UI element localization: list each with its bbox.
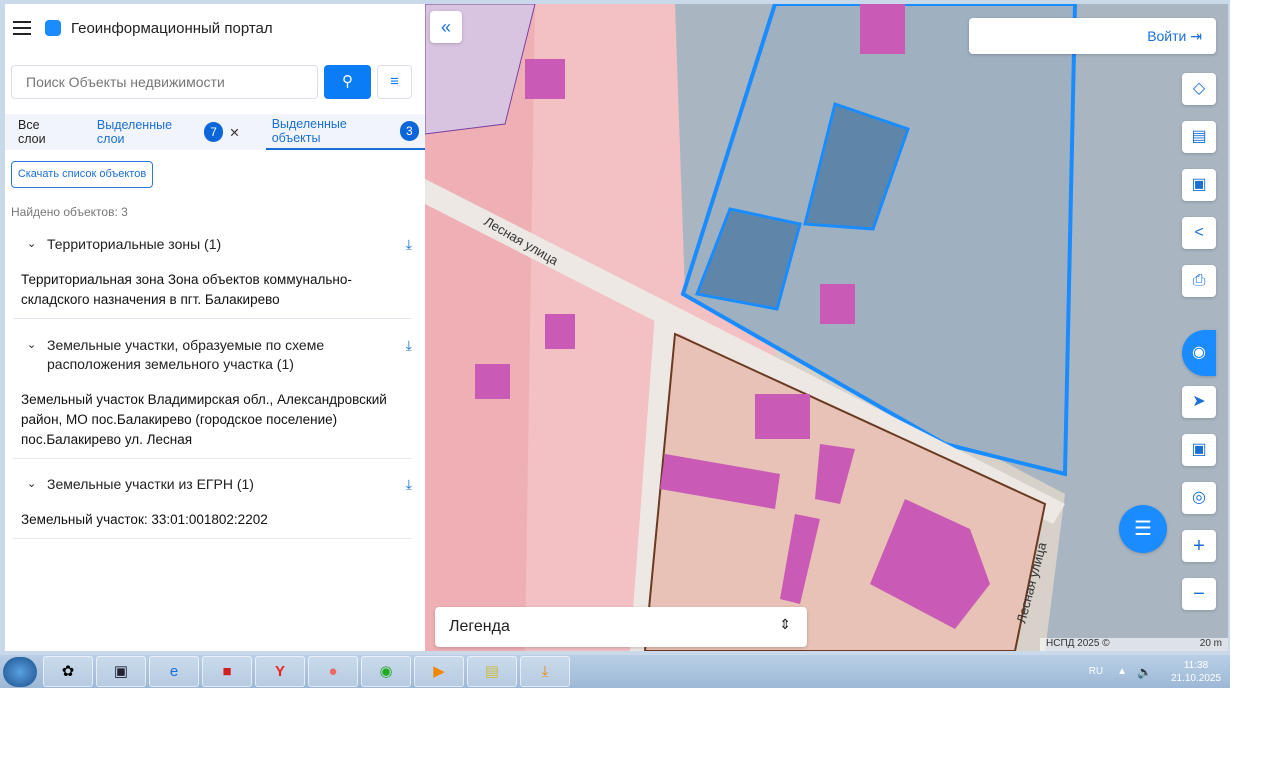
building bbox=[860, 4, 905, 54]
group-territorial-zones: ⌄ Территориальные зоны (1) ⤓ Территориальн… bbox=[13, 235, 412, 319]
taskbar-app-floppy-icon[interactable]: ▣ bbox=[96, 656, 146, 687]
print-icon: ⎙ bbox=[1192, 272, 1206, 289]
login-icon: ⇥ bbox=[1190, 28, 1202, 44]
search-input[interactable]: Поиск Объекты недвижимости bbox=[11, 65, 318, 99]
locate-icon: ➤ bbox=[1192, 393, 1206, 410]
expand-icon: ⇕ bbox=[779, 616, 791, 632]
layers-icon: ◇ bbox=[1192, 80, 1206, 97]
legend-label: Легенда bbox=[449, 618, 510, 635]
app-title: Геоинформационный портал bbox=[71, 19, 273, 37]
tab-label: Выделенные слои bbox=[96, 118, 173, 146]
tray-expand-icon[interactable]: ▲ bbox=[1117, 666, 1127, 677]
select-area-icon: ▣ bbox=[1191, 176, 1207, 193]
start-button[interactable] bbox=[3, 656, 37, 687]
language-indicator[interactable]: RU bbox=[1089, 666, 1103, 677]
volume-icon[interactable]: 🔈 bbox=[1137, 665, 1152, 679]
list-item[interactable]: Земельный участок Владимирская обл., Але… bbox=[13, 380, 412, 459]
ruler-button[interactable]: ▤ bbox=[1182, 121, 1216, 153]
chat-button[interactable]: ☰ bbox=[1119, 505, 1167, 553]
tab-label: Все слои bbox=[18, 118, 46, 146]
taskbar-app-yandex-icon[interactable]: Y bbox=[255, 656, 305, 687]
minimap-icon: ▣ bbox=[1191, 441, 1207, 458]
tab-selected-layers[interactable]: Выделенные слои 7 ✕ bbox=[91, 114, 246, 150]
download-icon[interactable]: ⤓ bbox=[406, 475, 412, 494]
taskbar-app-pdf-icon[interactable]: ■ bbox=[202, 656, 252, 687]
close-icon[interactable]: ✕ bbox=[229, 125, 239, 140]
minimap-button[interactable]: ▣ bbox=[1182, 434, 1216, 466]
download-icon[interactable]: ⤓ bbox=[406, 235, 412, 254]
time: 11:38 bbox=[1183, 659, 1209, 671]
count-badge: 7 bbox=[203, 122, 224, 142]
group-title[interactable]: Земельные участки из ЕГРН (1) bbox=[47, 475, 406, 494]
browser-window: Геоинформационный портал Поиск Объекты н… bbox=[0, 0, 1230, 655]
search-button[interactable]: ⚲ bbox=[324, 65, 371, 99]
list-item[interactable]: Территориальная зона Зона объектов комму… bbox=[13, 260, 412, 319]
geo-search-icon: ◎ bbox=[1192, 489, 1206, 506]
zoom-in-icon: + bbox=[1193, 535, 1205, 557]
collapse-panel-button[interactable]: « bbox=[430, 11, 462, 43]
download-list-button[interactable]: Скачать список объектов bbox=[11, 161, 153, 188]
zoom-out-button[interactable]: − bbox=[1182, 578, 1216, 610]
scale-label: 20 m bbox=[1199, 638, 1222, 649]
map-attribution: НСПД 2025 © 20 m bbox=[1040, 638, 1228, 651]
layers-button[interactable]: ◇ bbox=[1182, 73, 1216, 105]
attribution-text: НСПД 2025 © bbox=[1046, 638, 1110, 649]
share-button[interactable]: < bbox=[1182, 217, 1216, 249]
chevron-down-icon[interactable]: ⌄ bbox=[27, 475, 41, 494]
building bbox=[475, 364, 510, 399]
tab-label: Выделенные объекты bbox=[271, 117, 347, 145]
tabs: Все слои Выделенные слои 7 ✕ Выделенные об… bbox=[5, 114, 426, 150]
map-layers: Лесная улица Лесная улица bbox=[425, 4, 1228, 651]
select-area-button[interactable]: ▣ bbox=[1182, 169, 1216, 201]
map-canvas[interactable]: Лесная улица Лесная улица « Войти ⇥ ◇ ▤ … bbox=[425, 4, 1228, 651]
group-title[interactable]: Территориальные зоны (1) bbox=[47, 235, 406, 254]
system-tray: RU ▲ 🔈 11:38 21.10.2025 bbox=[1089, 655, 1230, 688]
pkk-icon: ◉ bbox=[1192, 344, 1206, 361]
side-panel: Геоинформационный портал Поиск Объекты н… bbox=[5, 4, 426, 651]
download-icon[interactable]: ⤓ bbox=[406, 336, 412, 374]
taskbar-app-chrome-icon[interactable]: ◉ bbox=[361, 656, 411, 687]
zoom-in-button[interactable]: + bbox=[1182, 530, 1216, 562]
taskbar-app-media-icon[interactable]: ▶ bbox=[414, 656, 464, 687]
chat-icon: ☰ bbox=[1134, 518, 1152, 540]
geo-search-button[interactable]: ◎ bbox=[1182, 482, 1216, 514]
zoom-out-icon: − bbox=[1193, 583, 1205, 605]
group-egrn-plots: ⌄ Земельные участки из ЕГРН (1) ⤓ Земельны… bbox=[13, 475, 412, 539]
portal-logo-icon bbox=[45, 20, 61, 36]
print-button[interactable]: ⎙ bbox=[1182, 265, 1216, 297]
legend-toggle[interactable]: Легенда ⇕ bbox=[435, 607, 807, 647]
list-item[interactable]: Земельный участок: 33:01:001802:2202 bbox=[13, 500, 412, 539]
building bbox=[545, 314, 575, 349]
locate-button[interactable]: ➤ bbox=[1182, 386, 1216, 418]
count-badge: 3 bbox=[399, 121, 420, 141]
filter-button[interactable]: ≡ bbox=[377, 65, 412, 99]
building bbox=[820, 284, 855, 324]
taskbar-app-firefox-icon[interactable]: ● bbox=[308, 656, 358, 687]
date: 21.10.2025 bbox=[1170, 672, 1222, 684]
login-button[interactable]: Войти ⇥ bbox=[969, 18, 1216, 54]
ruler-icon: ▤ bbox=[1191, 128, 1207, 145]
taskbar-app-ie-icon[interactable]: e bbox=[149, 656, 199, 687]
tab-selected-objects[interactable]: Выделенные объекты 3 bbox=[265, 114, 426, 150]
taskbar: ✿ ▣ e ■ Y ● ◉ ▶ ▤ ⤓ RU ▲ 🔈 11:38 21.10.20… bbox=[0, 655, 1230, 688]
chevron-down-icon[interactable]: ⌄ bbox=[27, 336, 41, 374]
chevron-down-icon[interactable]: ⌄ bbox=[27, 235, 41, 254]
group-title[interactable]: Земельные участки, образуемые по схеме р… bbox=[47, 336, 406, 374]
tab-all-layers[interactable]: Все слои bbox=[5, 114, 75, 150]
building bbox=[525, 59, 565, 99]
group-scheme-plots: ⌄ Земельные участки, образуемые по схеме … bbox=[13, 336, 412, 459]
login-label: Войти bbox=[1147, 28, 1187, 44]
taskbar-app-download-icon[interactable]: ⤓ bbox=[520, 656, 570, 687]
clock[interactable]: 11:38 21.10.2025 bbox=[1162, 659, 1230, 685]
taskbar-app-explorer-icon[interactable]: ▤ bbox=[467, 656, 517, 687]
building bbox=[755, 394, 810, 439]
share-icon: < bbox=[1194, 224, 1204, 241]
menu-icon[interactable] bbox=[13, 21, 31, 35]
found-count: Найдено объектов: 3 bbox=[11, 205, 128, 219]
taskbar-app-paw-icon[interactable]: ✿ bbox=[43, 656, 93, 687]
